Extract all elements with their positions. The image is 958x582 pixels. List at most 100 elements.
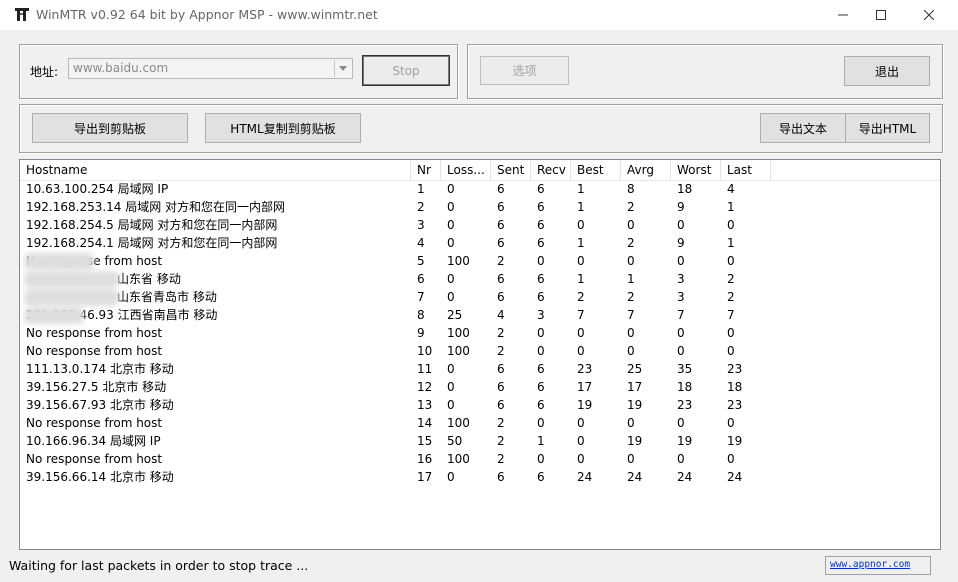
- column-header-best[interactable]: Best: [571, 160, 621, 180]
- cell-last: 1: [727, 200, 735, 214]
- cell-avrg: 19: [627, 434, 643, 448]
- export-text-button[interactable]: 导出文本: [760, 113, 846, 143]
- window-title: WinMTR v0.92 64 bit by Appnor MSP - www.…: [36, 7, 378, 22]
- cell-loss: 0: [447, 218, 455, 232]
- address-combobox[interactable]: www.baidu.com: [68, 58, 353, 79]
- table-row[interactable]: 111.13.0.174 北京市 移动 11 0 6 6 23 25 35 23: [20, 360, 940, 378]
- cell-last: 7: [727, 308, 735, 322]
- cell-nr: 16: [417, 452, 433, 466]
- cell-last: 2: [727, 272, 735, 286]
- cell-loss: 0: [447, 236, 455, 250]
- cell-best: 23: [577, 362, 593, 376]
- cell-worst: 0: [677, 326, 685, 340]
- cell-last: 1: [727, 236, 735, 250]
- column-header-nr[interactable]: Nr: [411, 160, 441, 180]
- table-row[interactable]: No response from host 5 100 2 0 0 0 0 0: [20, 252, 940, 270]
- cell-avrg: 0: [627, 344, 635, 358]
- cell-recv: 6: [537, 182, 545, 196]
- column-header-last[interactable]: Last: [721, 160, 771, 180]
- address-label: 地址:: [30, 65, 59, 79]
- status-link-pane: www.appnor.com: [825, 556, 931, 575]
- cell-recv: 6: [537, 398, 545, 412]
- column-header-worst[interactable]: Worst: [671, 160, 721, 180]
- cell-avrg: 2: [627, 200, 635, 214]
- cell-recv: 6: [537, 200, 545, 214]
- column-header-hostname[interactable]: Hostname: [20, 160, 411, 180]
- cell-recv: 0: [537, 326, 545, 340]
- stop-button[interactable]: Stop: [362, 55, 450, 86]
- close-button[interactable]: [906, 0, 952, 30]
- cell-loss: 0: [447, 272, 455, 286]
- cell-last: 0: [727, 326, 735, 340]
- cell-nr: 8: [417, 308, 425, 322]
- table-row[interactable]: 192.168.253.14 局域网 对方和您在同一内部网 2 0 6 6 1 2 9 1: [20, 198, 940, 216]
- cell-avrg: 0: [627, 416, 635, 430]
- cell-nr: 9: [417, 326, 425, 340]
- table-row[interactable]: 10.63.100.254 局域网 IP 1 0 6 6 1 8 18 4: [20, 180, 940, 198]
- cell-hostname: 39.156.66.14 北京市 移动: [26, 470, 174, 484]
- table-row[interactable]: 221.183.46.93 江西省南昌市 移动 8 25 4 3 7 7 7 7: [20, 306, 940, 324]
- table-row[interactable]: No response from host 16 100 2 0 0 0 0 0: [20, 450, 940, 468]
- cell-avrg: 8: [627, 182, 635, 196]
- table-row[interactable]: No response from host 9 100 2 0 0 0 0 0: [20, 324, 940, 342]
- cell-best: 0: [577, 254, 585, 268]
- cell-recv: 6: [537, 290, 545, 304]
- close-icon: [924, 10, 934, 20]
- cell-nr: 17: [417, 470, 433, 484]
- cell-sent: 2: [497, 344, 505, 358]
- cell-nr: 12: [417, 380, 433, 394]
- trace-results-list[interactable]: Hostname Nr Loss... Sent Recv Best Avrg Worst La…: [19, 159, 941, 550]
- column-header-recv[interactable]: Recv: [531, 160, 571, 180]
- table-row[interactable]: 192.168.254.5 局域网 对方和您在同一内部网 3 0 6 6 0 0 0 0: [20, 216, 940, 234]
- cell-recv: 1: [537, 434, 545, 448]
- cell-loss: 100: [447, 452, 470, 466]
- column-header-sent[interactable]: Sent: [491, 160, 531, 180]
- table-row[interactable]: 10.166.96.34 局域网 IP 15 50 2 1 0 19 19 19: [20, 432, 940, 450]
- cell-sent: 2: [497, 326, 505, 340]
- appnor-link[interactable]: www.appnor.com: [830, 559, 910, 570]
- cell-hostname: 111.13.0.174 北京市 移动: [26, 362, 174, 376]
- export-html-button[interactable]: 导出HTML: [845, 113, 930, 143]
- cell-sent: 4: [497, 308, 505, 322]
- column-header-loss[interactable]: Loss...: [441, 160, 491, 180]
- cell-avrg: 19: [627, 398, 643, 412]
- cell-avrg: 25: [627, 362, 643, 376]
- cell-worst: 0: [677, 416, 685, 430]
- cell-worst: 23: [677, 398, 693, 412]
- table-row[interactable]: 山东省 移动 6 0 6 6 1 1 3 2: [20, 270, 940, 288]
- table-row[interactable]: 山东省青岛市 移动 7 0 6 6 2 2 3 2: [20, 288, 940, 306]
- cell-sent: 6: [497, 236, 505, 250]
- cell-best: 0: [577, 218, 585, 232]
- cell-nr: 4: [417, 236, 425, 250]
- cell-worst: 3: [677, 272, 685, 286]
- cell-hostname: No response from host: [26, 326, 163, 340]
- cell-sent: 2: [497, 416, 505, 430]
- cell-recv: 6: [537, 362, 545, 376]
- table-row[interactable]: 39.156.66.14 北京市 移动 17 0 6 6 24 24 24 24: [20, 468, 940, 486]
- maximize-button[interactable]: [858, 0, 904, 30]
- maximize-icon: [876, 10, 886, 20]
- copy-text-to-clipboard-button[interactable]: 导出到剪贴板: [32, 113, 188, 143]
- exit-button[interactable]: 退出: [844, 56, 930, 86]
- copy-html-to-clipboard-button[interactable]: HTML复制到剪贴板: [205, 113, 361, 143]
- cell-last: 4: [727, 182, 735, 196]
- address-value: www.baidu.com: [73, 61, 169, 75]
- table-row[interactable]: 39.156.67.93 北京市 移动 13 0 6 6 19 19 23 23: [20, 396, 940, 414]
- dropdown-arrow-icon[interactable]: [334, 60, 351, 77]
- column-header-avrg[interactable]: Avrg: [621, 160, 671, 180]
- table-row[interactable]: 39.156.27.5 北京市 移动 12 0 6 6 17 17 18 18: [20, 378, 940, 396]
- cell-avrg: 7: [627, 308, 635, 322]
- cell-worst: 0: [677, 452, 685, 466]
- cell-loss: 25: [447, 308, 463, 322]
- table-row[interactable]: 192.168.254.1 局域网 对方和您在同一内部网 4 0 6 6 1 2 9 1: [20, 234, 940, 252]
- cell-best: 0: [577, 452, 585, 466]
- cell-best: 0: [577, 434, 585, 448]
- status-bar: Waiting for last packets in order to sto…: [0, 553, 958, 582]
- options-button[interactable]: 选项: [480, 56, 569, 85]
- table-row[interactable]: No response from host 10 100 2 0 0 0 0 0: [20, 342, 940, 360]
- cell-worst: 0: [677, 254, 685, 268]
- table-row[interactable]: No response from host 14 100 2 0 0 0 0 0: [20, 414, 940, 432]
- cell-hostname: 192.168.254.5 局域网 对方和您在同一内部网: [26, 218, 278, 232]
- title-bar[interactable]: WinMTR v0.92 64 bit by Appnor MSP - www.…: [0, 0, 958, 30]
- cell-avrg: 0: [627, 254, 635, 268]
